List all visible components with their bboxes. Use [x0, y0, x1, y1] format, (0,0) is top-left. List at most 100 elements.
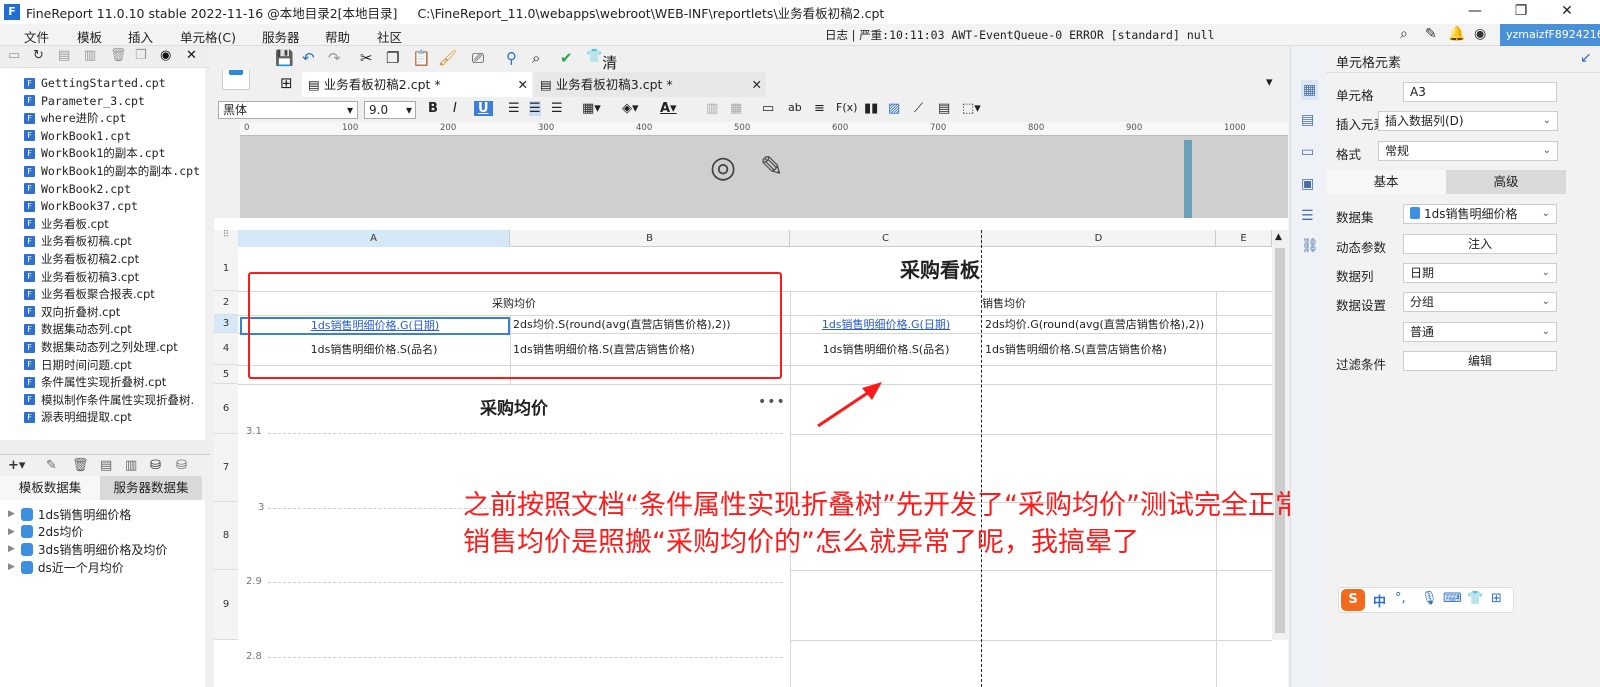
rename-icon[interactable]: ▥ [84, 48, 96, 63]
tab-advanced[interactable]: 高级 [1446, 170, 1566, 194]
collapse-icon[interactable]: ✕ [186, 48, 197, 63]
preview-icon[interactable]: ▤ [100, 458, 112, 473]
search-template-icon[interactable]: ⌕ [532, 49, 540, 67]
dataset-tools-icon[interactable]: ▥ [125, 458, 137, 473]
col-a[interactable]: A [238, 230, 510, 247]
menu-insert[interactable]: 插入 [128, 27, 153, 46]
select-all-icon[interactable]: ⠿ [214, 230, 238, 247]
open-icon[interactable]: ▤ [58, 48, 70, 63]
splitter[interactable] [0, 440, 210, 454]
format-select[interactable]: 常规 ⌄ [1378, 141, 1558, 161]
tab-close-icon[interactable]: ✕ [518, 72, 528, 97]
dataset-item[interactable]: ▶ 1ds销售明细价格 [8, 505, 131, 523]
underline-icon[interactable]: U [474, 101, 493, 116]
expand-icon[interactable]: ▶ [8, 527, 15, 537]
keyboard-icon[interactable]: ⌨ [1443, 591, 1462, 606]
menu-file[interactable]: 文件 [24, 27, 49, 46]
widget-settings-icon[interactable]: ▣ [1301, 176, 1314, 192]
cell-title[interactable]: 采购看板 [790, 255, 1090, 285]
save-icon[interactable]: 💾 [275, 49, 294, 67]
file-item[interactable]: F 日期时间问题.cpt [24, 356, 132, 374]
refresh-icon[interactable]: ↻ [33, 48, 44, 63]
formula-icon[interactable]: F(x) [836, 101, 857, 114]
skin-icon[interactable]: 👕 [1467, 591, 1483, 606]
database-refresh-icon[interactable]: ⛁ [176, 458, 187, 473]
expand-icon[interactable]: ▶ [8, 562, 15, 572]
file-item[interactable]: F WorkBook1的副本.cpt [24, 144, 166, 162]
cell-d4[interactable]: 1ds销售明细价格.S(直营店销售价格) [985, 342, 1216, 358]
tab-template-datasets[interactable]: 模板数据集 [0, 476, 100, 500]
col-d[interactable]: D [982, 230, 1216, 247]
maximize-icon[interactable]: ❐ [1498, 0, 1544, 24]
menu-help[interactable]: 帮助 [325, 27, 350, 46]
ime-lang[interactable]: 中 [1373, 591, 1386, 610]
inject-button[interactable]: 注入 [1403, 234, 1557, 254]
column-select[interactable]: 日期 ⌄ [1403, 263, 1557, 283]
fill-color-icon[interactable]: ◈▾ [622, 101, 639, 116]
chart-icon[interactable]: ▮▮ [864, 101, 878, 116]
edit-icon[interactable]: ✎ [1425, 26, 1437, 42]
file-item[interactable]: F 业务看板初稿.cpt [24, 232, 132, 250]
col-e[interactable]: E [1216, 230, 1272, 247]
add-dataset-icon[interactable]: +▾ [8, 458, 25, 473]
unmerge-icon[interactable]: ▦ [730, 101, 742, 116]
file-item[interactable]: F WorkBook37.cpt [24, 197, 138, 215]
row-3[interactable]: 3 [214, 315, 238, 333]
minimize-icon[interactable]: — [1452, 0, 1498, 24]
insert-select[interactable]: 插入数据列(D) ⌄ [1378, 111, 1558, 131]
image-icon[interactable]: ▨ [888, 101, 900, 116]
scroll-up-icon[interactable]: ▲ [1275, 232, 1282, 242]
menu-community[interactable]: 社区 [377, 27, 402, 46]
insert-field-icon[interactable]: ▭ [762, 101, 774, 116]
file-item[interactable]: F 业务看板聚合报表.cpt [24, 285, 155, 303]
row-7[interactable]: 7 [214, 434, 238, 502]
widget-icon[interactable]: ⬚▾ [962, 101, 981, 116]
tab-template-3[interactable]: ▤ 业务看板初稿3.cpt * ✕ [534, 72, 766, 97]
avatar[interactable]: ◉ [1474, 26, 1486, 42]
cut-icon[interactable]: ✂ [360, 49, 373, 67]
ime-punct-icon[interactable]: °, [1395, 591, 1406, 606]
scroll-thumb[interactable] [1275, 248, 1285, 633]
expand-icon[interactable]: ▶ [8, 509, 15, 519]
dataset-select[interactable]: 1ds销售明细价格 ⌄ [1403, 204, 1557, 224]
file-item[interactable]: F 双向折叠树.cpt [24, 303, 120, 321]
redo-icon[interactable]: ↷ [328, 49, 341, 67]
cell-d2[interactable]: 销售均价 [982, 296, 1182, 312]
file-item[interactable]: F WorkBook1的副本的副本.cpt [24, 162, 200, 180]
menu-cell[interactable]: 单元格(C) [180, 27, 236, 46]
microphone-icon[interactable]: 🎙 [1421, 591, 1438, 606]
align-center-icon[interactable]: ☰ [529, 101, 541, 116]
align-right-icon[interactable]: ☰ [551, 101, 563, 116]
pencil-icon[interactable]: ✎ [760, 150, 783, 183]
cell-attr-icon[interactable]: ▤ [1301, 112, 1314, 128]
edit-filter-button[interactable]: 编辑 [1403, 351, 1557, 371]
menu-server[interactable]: 服务器 [262, 27, 300, 46]
tab-menu-icon[interactable]: ▾ [1266, 75, 1273, 90]
file-item[interactable]: F WorkBook2.cpt [24, 180, 131, 198]
float-element-icon[interactable]: ▭ [1301, 144, 1314, 160]
bell-icon[interactable]: 🔔 [1448, 26, 1465, 42]
setting-select-2[interactable]: 普通 ⌄ [1403, 322, 1557, 342]
text-icon[interactable]: ab [788, 101, 802, 114]
username[interactable]: yzmaizfF8924216 [1500, 24, 1600, 46]
delete-icon[interactable]: 🗑 [110, 48, 127, 63]
database-icon[interactable]: ⛁ [150, 458, 161, 473]
file-item[interactable]: F 业务看板初稿2.cpt [24, 250, 139, 268]
merge-icon[interactable]: ▥ [706, 101, 718, 116]
file-item[interactable]: F 业务看板.cpt [24, 215, 109, 233]
condition-icon[interactable]: ☰ [1301, 208, 1314, 224]
check-icon[interactable]: ✔ [560, 49, 573, 67]
col-c[interactable]: C [790, 230, 982, 247]
bold-icon[interactable]: B [428, 101, 438, 116]
file-item[interactable]: F Parameter_3.cpt [24, 92, 145, 110]
new-folder-icon[interactable]: ▭ [8, 48, 20, 63]
row-8[interactable]: 8 [214, 502, 238, 570]
vertical-scrollbar[interactable]: ▲ [1272, 230, 1288, 640]
tab-server-datasets[interactable]: 服务器数据集 [100, 476, 202, 500]
file-item[interactable]: Fwhere进阶.cpt [24, 109, 126, 127]
cell-c4[interactable]: 1ds销售明细价格.S(品名) [792, 342, 980, 358]
cell-element-icon[interactable]: ▦ [1301, 80, 1319, 100]
tab-template-2[interactable]: ▤ 业务看板初稿2.cpt * ✕ [302, 72, 532, 97]
debug-icon[interactable]: ⚲ [506, 49, 517, 67]
file-item[interactable]: F 数据集动态列之列处理.cpt [24, 338, 178, 356]
